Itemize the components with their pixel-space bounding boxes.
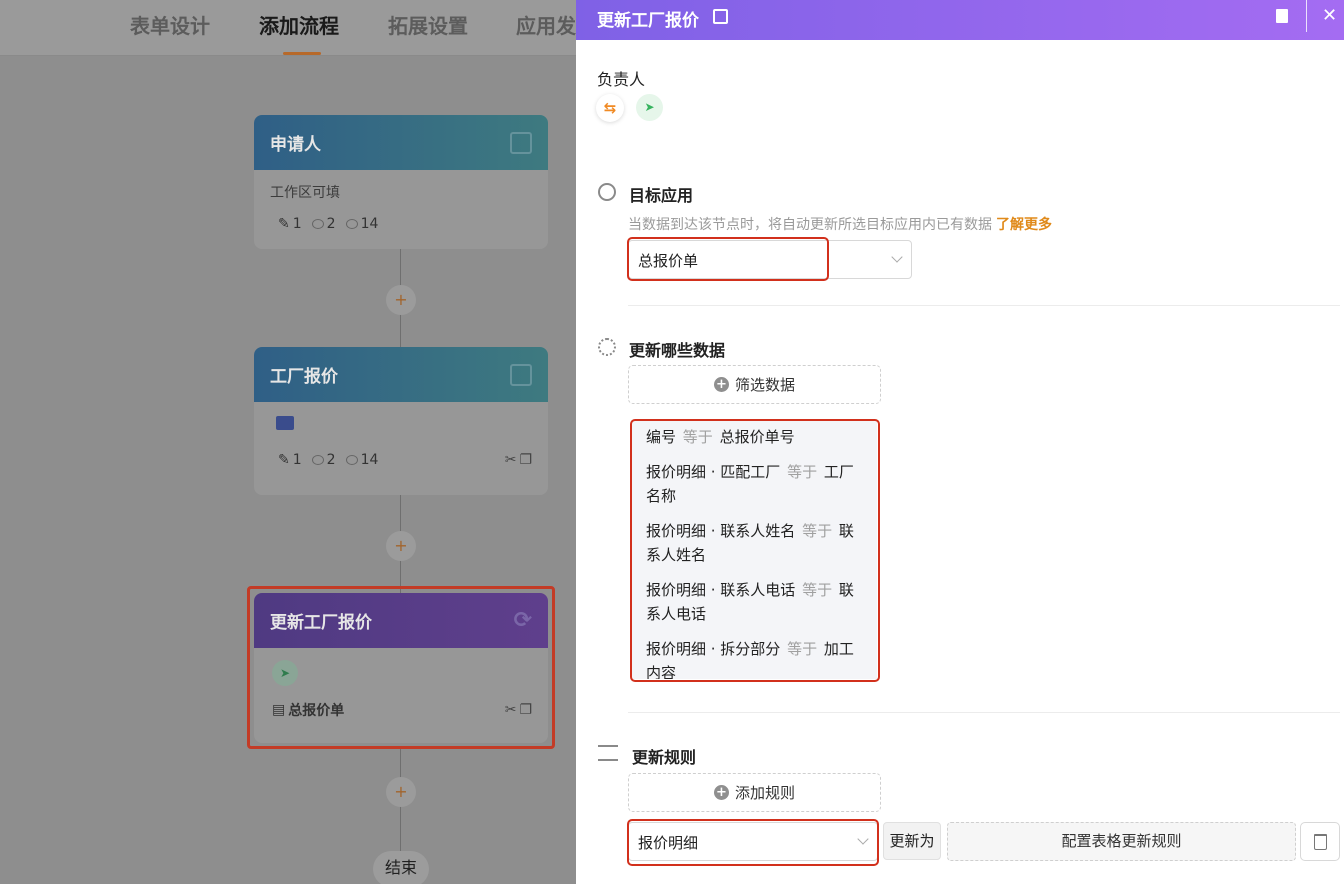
eye-icon bbox=[345, 219, 358, 229]
end-node: 结束 bbox=[373, 851, 429, 884]
form-icon bbox=[510, 363, 532, 386]
delete-rule-button[interactable] bbox=[1300, 822, 1340, 861]
target-app-hint: 当数据到达该节点时，将自动更新所选目标应用内已有数据 了解更多 bbox=[628, 217, 1052, 233]
form-icon bbox=[510, 131, 532, 154]
learn-more-link[interactable]: 了解更多 bbox=[996, 217, 1052, 233]
node-title: 工厂报价 bbox=[270, 367, 338, 387]
list-icon bbox=[598, 745, 618, 761]
flow-node-factory-quote[interactable]: 工厂报价 ✎ 1 2 14 ✂ ❐ bbox=[254, 347, 548, 495]
update-rules-title: 更新规则 bbox=[632, 748, 697, 767]
drawer-header: 更新工厂报价 ✕ bbox=[576, 0, 1344, 40]
mail-icon bbox=[276, 416, 294, 430]
annotation-box bbox=[627, 237, 829, 281]
copy-icon[interactable]: ❐ bbox=[519, 452, 532, 468]
target-app-title: 目标应用 bbox=[629, 186, 694, 205]
tab-app-publish[interactable]: 应用发 bbox=[516, 10, 576, 39]
tab-extension-settings[interactable]: 拓展设置 bbox=[388, 10, 468, 39]
annotation-box bbox=[630, 419, 880, 682]
flow-node-applicant[interactable]: 申请人 工作区可填 ✎ 1 2 14 bbox=[254, 115, 548, 249]
add-node-button[interactable]: + bbox=[386, 777, 416, 807]
active-tab-underline bbox=[283, 52, 321, 55]
node-title: 申请人 bbox=[270, 135, 321, 155]
annotation-box bbox=[247, 586, 555, 749]
node-config-drawer: 更新工厂报价 ✕ 负责人 ⇆ ➤ 目标应用 当数据到达该节点时，将自动更新所选目… bbox=[576, 0, 1344, 884]
annotation-box bbox=[627, 819, 879, 866]
owner-label: 负责人 bbox=[597, 70, 646, 89]
update-data-title: 更新哪些数据 bbox=[629, 341, 726, 360]
plus-circle-icon: + bbox=[713, 785, 729, 800]
trash-icon bbox=[1314, 834, 1327, 850]
target-icon bbox=[598, 183, 616, 201]
pen-icon: ✎ bbox=[278, 452, 290, 468]
eye-icon bbox=[345, 455, 358, 465]
update-to-label: 更新为 bbox=[883, 822, 941, 860]
eye-icon bbox=[311, 219, 324, 229]
add-rule-button[interactable]: + 添加规则 bbox=[628, 773, 881, 812]
close-icon[interactable]: ✕ bbox=[1322, 5, 1337, 26]
section-divider bbox=[628, 305, 1340, 306]
eye-icon bbox=[311, 455, 324, 465]
tab-add-flow[interactable]: 添加流程 bbox=[259, 10, 339, 39]
add-node-button[interactable]: + bbox=[386, 531, 416, 561]
node-stats: ✎ 1 2 14 ✂ ❐ bbox=[278, 452, 532, 468]
filter-data-button[interactable]: + 筛选数据 bbox=[628, 365, 881, 404]
cut-icon[interactable]: ✂ bbox=[505, 452, 517, 468]
send-icon[interactable]: ➤ bbox=[636, 94, 663, 121]
plus-circle-icon: + bbox=[713, 377, 729, 392]
pen-icon: ✎ bbox=[278, 216, 290, 232]
node-stats: ✎ 1 2 14 bbox=[278, 216, 379, 232]
edit-icon[interactable] bbox=[713, 9, 728, 24]
section-divider bbox=[628, 712, 1340, 713]
drawer-title: 更新工厂报价 bbox=[597, 11, 699, 31]
trash-icon[interactable] bbox=[1276, 9, 1288, 23]
add-node-button[interactable]: + bbox=[386, 285, 416, 315]
chevron-down-icon bbox=[891, 251, 903, 263]
node-body-text: 工作区可填 bbox=[270, 185, 340, 201]
configure-table-rule-button[interactable]: 配置表格更新规则 bbox=[947, 822, 1296, 861]
tab-form-design[interactable]: 表单设计 bbox=[130, 10, 210, 39]
refresh-icon bbox=[598, 338, 616, 356]
header-divider bbox=[1306, 0, 1307, 32]
swap-icon[interactable]: ⇆ bbox=[596, 94, 624, 122]
